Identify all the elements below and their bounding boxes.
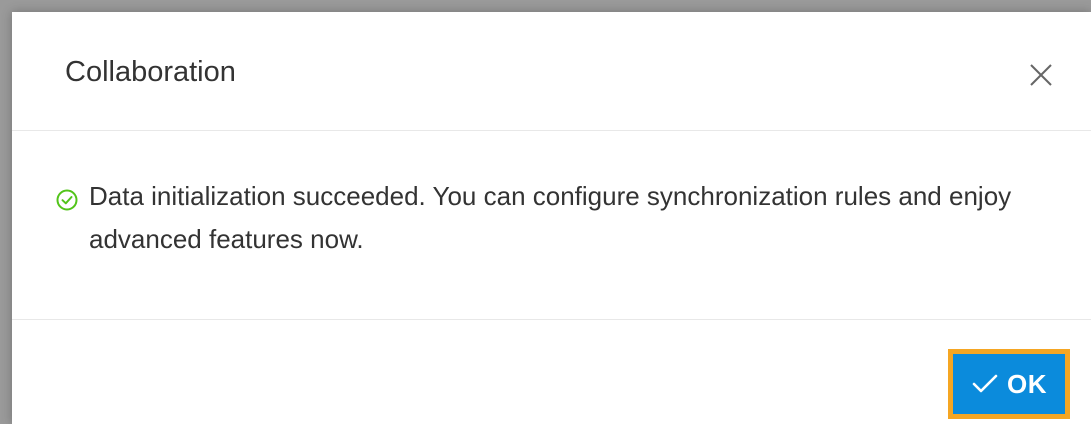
collaboration-dialog: Collaboration Data initialization succee… [12, 12, 1091, 424]
ok-button-highlight: OK [948, 349, 1070, 419]
success-message: Data initialization succeeded. You can c… [56, 181, 1026, 261]
dialog-body: Data initialization succeeded. You can c… [12, 131, 1091, 320]
message-text: Data initialization succeeded. You can c… [89, 181, 1012, 254]
dialog-header: Collaboration [12, 12, 1091, 131]
dialog-title: Collaboration [65, 56, 236, 88]
check-icon [971, 373, 999, 395]
ok-button-label: OK [1007, 368, 1047, 399]
dialog-footer: OK [12, 320, 1091, 424]
ok-button[interactable]: OK [953, 354, 1065, 414]
close-icon[interactable] [1028, 62, 1054, 88]
check-circle-icon [56, 189, 78, 211]
